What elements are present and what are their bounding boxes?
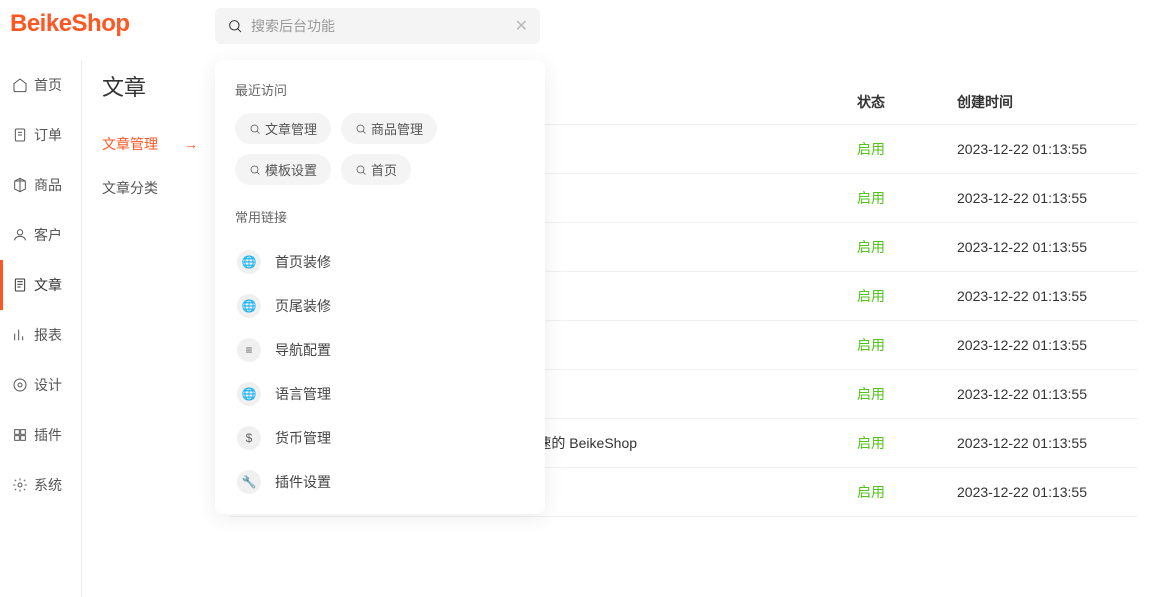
cell-status: 启用 [857, 384, 957, 404]
common-link-label: 语言管理 [275, 384, 331, 404]
cell-status: 启用 [857, 139, 957, 159]
recent-tags: 文章管理商品管理模板设置首页 [235, 113, 525, 185]
cell-date: 2023-12-22 01:13:55 [957, 337, 1117, 353]
nav-label: 订单 [34, 125, 62, 145]
cell-date: 2023-12-22 01:13:55 [957, 141, 1117, 157]
nav-label: 客户 [34, 225, 62, 245]
menu-icon: ≡ [237, 338, 261, 362]
search-input[interactable] [251, 18, 515, 34]
recent-tag[interactable]: 首页 [341, 154, 411, 185]
cell-status: 启用 [857, 237, 957, 257]
cell-status: 启用 [857, 188, 957, 208]
search-icon [355, 164, 367, 176]
common-link-label: 首页装修 [275, 252, 331, 272]
logo[interactable]: BeikeShop [10, 10, 130, 38]
nav-article[interactable]: 文章 [0, 260, 81, 310]
article-icon [12, 277, 28, 293]
recent-tag[interactable]: 商品管理 [341, 113, 437, 144]
gear-icon [12, 477, 28, 493]
cell-date: 2023-12-22 01:13:55 [957, 190, 1117, 206]
arrow-right-icon: → [184, 136, 198, 152]
sub-nav-label: 文章管理 [102, 134, 158, 154]
cell-date: 2023-12-22 01:13:55 [957, 239, 1117, 255]
nav-design[interactable]: 设计 [0, 360, 81, 410]
common-link-item[interactable]: $ 货币管理 [235, 416, 525, 460]
dollar-icon: $ [237, 426, 261, 450]
cell-date: 2023-12-22 01:13:55 [957, 435, 1117, 451]
plugin-icon [12, 427, 28, 443]
cell-status: 启用 [857, 433, 957, 453]
nav-label: 插件 [34, 425, 62, 445]
nav-system[interactable]: 系统 [0, 460, 81, 510]
recent-tag[interactable]: 文章管理 [235, 113, 331, 144]
cell-date: 2023-12-22 01:13:55 [957, 484, 1117, 500]
search-bar[interactable]: ✕ [215, 8, 540, 44]
common-link-item[interactable]: 🌐 页尾装修 [235, 284, 525, 328]
cell-status: 启用 [857, 335, 957, 355]
nav-order[interactable]: 订单 [0, 110, 81, 160]
order-icon [12, 127, 28, 143]
common-link-label: 货币管理 [275, 428, 331, 448]
common-link-label: 插件设置 [275, 472, 331, 492]
common-link-item[interactable]: 🌐 首页装修 [235, 240, 525, 284]
common-title: 常用链接 [235, 207, 525, 226]
cell-date: 2023-12-22 01:13:55 [957, 386, 1117, 402]
search-icon [249, 123, 261, 135]
nav-label: 设计 [34, 375, 62, 395]
cell-date: 2023-12-22 01:13:55 [957, 288, 1117, 304]
nav-label: 文章 [34, 275, 62, 295]
nav-label: 系统 [34, 475, 62, 495]
design-icon [12, 377, 28, 393]
common-link-item[interactable]: ≡ 导航配置 [235, 328, 525, 372]
sub-nav-title: 文章 [102, 70, 210, 102]
search-dropdown: 最近访问 文章管理商品管理模板设置首页 常用链接 🌐 首页装修 🌐 页尾装修 ≡ 导航配置… [215, 60, 545, 514]
nav-label: 商品 [34, 175, 62, 195]
sub-nav: 文章 文章管理 → 文章分类 [82, 60, 210, 597]
common-link-label: 页尾装修 [275, 296, 331, 316]
home-icon [12, 77, 28, 93]
common-link-item[interactable]: 🌐 语言管理 [235, 372, 525, 416]
customer-icon [12, 227, 28, 243]
recent-tag[interactable]: 模板设置 [235, 154, 331, 185]
cell-status: 启用 [857, 482, 957, 502]
recent-title: 最近访问 [235, 80, 525, 99]
main-nav: 首页 订单 商品 客户 文章 报表 设计 插件 系统 [0, 60, 82, 597]
sub-nav-article-manage[interactable]: 文章管理 → [102, 122, 210, 166]
nav-label: 报表 [34, 325, 62, 345]
common-link-item[interactable]: 🔧 插件设置 [235, 460, 525, 504]
nav-report[interactable]: 报表 [0, 310, 81, 360]
col-date-header: 创建时间 [957, 92, 1117, 112]
clear-icon[interactable]: ✕ [515, 16, 528, 36]
nav-customer[interactable]: 客户 [0, 210, 81, 260]
common-links: 🌐 首页装修 🌐 页尾装修 ≡ 导航配置 🌐 语言管理 $ 货币管理 🔧 插件设置 [235, 240, 525, 504]
report-icon [12, 327, 28, 343]
search-icon [227, 18, 243, 34]
common-link-label: 导航配置 [275, 340, 331, 360]
globe-icon: 🌐 [237, 250, 261, 274]
cell-status: 启用 [857, 286, 957, 306]
nav-home[interactable]: 首页 [0, 60, 81, 110]
sub-nav-label: 文章分类 [102, 178, 158, 198]
globe-icon: 🌐 [237, 294, 261, 318]
search-icon [249, 164, 261, 176]
col-status-header: 状态 [857, 92, 957, 112]
nav-plugin[interactable]: 插件 [0, 410, 81, 460]
lang-icon: 🌐 [237, 382, 261, 406]
nav-product[interactable]: 商品 [0, 160, 81, 210]
product-icon [12, 177, 28, 193]
nav-label: 首页 [34, 75, 62, 95]
sub-nav-article-category[interactable]: 文章分类 [102, 166, 210, 210]
search-icon [355, 123, 367, 135]
wrench-icon: 🔧 [237, 470, 261, 494]
